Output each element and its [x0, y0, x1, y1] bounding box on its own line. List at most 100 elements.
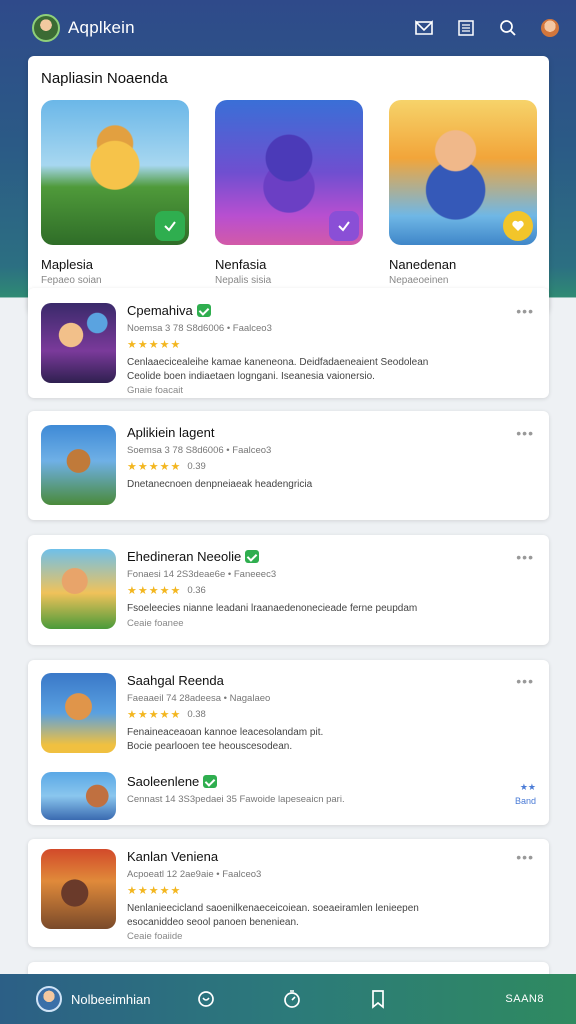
app-name[interactable]: Kanlan Veniena [127, 849, 218, 864]
app-description: Fsoeleecies nianne leadani lraanaedenone… [127, 602, 507, 616]
rating-stars: ★★★★★ [127, 884, 507, 897]
search-icon[interactable] [498, 18, 518, 38]
game-thumbnail [41, 849, 116, 929]
game-artwork [215, 100, 363, 245]
more-options-icon[interactable]: ••• [516, 673, 534, 689]
star-icons: ★★★★★ [127, 585, 182, 597]
game-thumbnail [41, 673, 116, 753]
description-line: Fenaineaceaoan kannoe leacesolandam pit. [127, 727, 324, 738]
rating-stars: ★★★★★ [127, 338, 507, 351]
app-meta: Soemsa 3 78 S8d6006 • Faalceo3 [127, 445, 272, 456]
app-note: Ceaie foanee [127, 617, 184, 629]
star-icons: ★★★★★ [127, 461, 182, 473]
heart-badge-icon [503, 211, 533, 241]
app-card[interactable]: Kanlan Veniena Acpoeatl 12 2ae9aie • Faa… [28, 839, 549, 947]
account-label[interactable]: Nolbeeimhian [71, 992, 151, 1007]
user-avatar[interactable] [32, 14, 60, 42]
rating-stars: ★★★★★ 0.39 [127, 460, 507, 473]
more-options-icon[interactable]: ••• [516, 425, 534, 441]
game-thumbnail [41, 425, 116, 505]
app-description: Dnetanecnoen denpneiaeak headengricia [127, 478, 507, 492]
app-name[interactable]: Saahgal Reenda [127, 673, 224, 688]
game-artwork [389, 100, 537, 245]
app-title: Aqplkein [68, 18, 135, 37]
verified-icon [203, 775, 218, 788]
rating-value: 0.38 [187, 709, 206, 720]
app-name[interactable]: Aplikiein lagent [127, 425, 214, 440]
app-description: Cenlaaecicealeihe kamae kaneneona. Deidf… [127, 356, 507, 383]
header-actions [414, 18, 560, 38]
game-artwork [41, 100, 189, 245]
app-meta: Noemsa 3 78 S8d6006 • Faalceo3 [127, 323, 272, 334]
star-icons: ★★★★★ [127, 339, 182, 351]
bottom-navigation: Nolbeeimhian SAAN8 [0, 974, 576, 1024]
app-card[interactable]: Cpemahiva Noemsa 3 78 S8d6006 • Faalceo3… [28, 288, 549, 398]
featured-item[interactable]: Maplesia Fepaeo soian [41, 100, 189, 286]
list-item[interactable]: Saahgal Reenda Faeaaeil 74 28adeesa • Na… [41, 673, 536, 753]
list-icon[interactable] [456, 18, 476, 38]
bottom-right-label[interactable]: SAAN8 [505, 993, 544, 1005]
verified-icon [196, 304, 211, 317]
app-description: Fenaineaceaoan kannoe leacesolandam pit.… [127, 726, 507, 753]
chat-icon[interactable] [195, 988, 217, 1010]
timer-icon[interactable] [281, 988, 303, 1010]
list-item[interactable]: Kanlan Veniena Acpoeatl 12 2ae9aie • Faa… [41, 849, 536, 942]
profile-icon[interactable] [540, 18, 560, 38]
star-icons: ★★★★★ [127, 709, 182, 721]
game-thumbnail [41, 303, 116, 383]
description-line: Ceolide boen indiaetaen logngani. Iseane… [127, 370, 375, 382]
app-description: Nenlanieecicland saoenilkenaeceicoiean. … [127, 902, 507, 929]
app-card[interactable]: Ehedineran Neeolie Fonaesi 14 2S3deae6e … [28, 535, 549, 645]
app-note: Gnaie foacait [127, 385, 183, 396]
more-options-icon[interactable]: ••• [516, 549, 534, 565]
description-line: Cenlaaecicealeihe kamae kaneneona. Deidf… [127, 357, 429, 368]
list-item[interactable]: Cpemahiva Noemsa 3 78 S8d6006 • Faalceo3… [41, 303, 536, 396]
play-badge-icon [155, 211, 185, 241]
top-app-bar: Aqplkein [0, 0, 576, 56]
featured-item-subtitle: Nepaeoeinen [389, 275, 449, 286]
list-item[interactable]: Ehedineran Neeolie Fonaesi 14 2S3deae6e … [41, 549, 536, 631]
rating-value: 0.36 [187, 585, 206, 596]
featured-item-name: Nanedenan [389, 257, 457, 272]
featured-title: Napliasin Noaenda [41, 70, 168, 87]
app-meta: Faeaaeil 74 28adeesa • Nagalaeo [127, 693, 271, 704]
featured-item-subtitle: Fepaeo soian [41, 275, 102, 286]
rating-stars: ★★★★★ 0.38 [127, 708, 507, 721]
featured-section: Napliasin Noaenda Maplesia Fepaeo soian … [28, 56, 549, 312]
list-item[interactable]: Saoleenlene Cennast 14 3S3pedaei 35 Fawo… [41, 772, 536, 822]
side-label: Band [514, 796, 536, 806]
verified-icon [245, 550, 260, 563]
featured-item[interactable]: Nanedenan Nepaeoeinen [389, 100, 537, 286]
description-line: Nenlanieecicland saoenilkenaeceicoiean. … [127, 903, 419, 914]
app-name[interactable]: Ehedineran Neeolie [127, 549, 241, 564]
app-card[interactable]: Saahgal Reenda Faeaaeil 74 28adeesa • Na… [28, 660, 549, 825]
app-meta: Fonaesi 14 2S3deae6e • Faneeec3 [127, 569, 277, 580]
app-meta: Cennast 14 3S3pedaei 35 Fawoide lapeseai… [127, 794, 345, 805]
more-options-icon[interactable]: ••• [516, 849, 534, 865]
app-card[interactable]: Aplikiein lagent Soemsa 3 78 S8d6006 • F… [28, 411, 549, 520]
side-stars: ★★ [519, 782, 536, 792]
description-line: esocaniddeo seool panoen beneniean. [127, 916, 299, 928]
list-item[interactable]: Aplikiein lagent Soemsa 3 78 S8d6006 • F… [41, 425, 536, 507]
play-badge-icon [329, 211, 359, 241]
rating-stars: ★★★★★ 0.36 [127, 584, 507, 597]
featured-item-name: Nenfasia [215, 257, 267, 272]
more-options-icon[interactable]: ••• [516, 303, 534, 319]
description-line: Bocie pearlooen tee heouscesodean. [127, 740, 293, 752]
featured-item-name: Maplesia [41, 257, 94, 272]
featured-item-subtitle: Nepalis sisia [215, 275, 272, 286]
rating-value: 0.39 [187, 461, 206, 472]
mail-icon[interactable] [414, 18, 434, 38]
bookmark-icon[interactable] [367, 988, 389, 1010]
featured-item[interactable]: Nenfasia Nepalis sisia [215, 100, 363, 286]
account-avatar[interactable] [36, 986, 62, 1012]
app-meta: Acpoeatl 12 2ae9aie • Faalceo3 [127, 869, 262, 880]
game-thumbnail [41, 549, 116, 629]
game-thumbnail [41, 772, 116, 820]
app-name[interactable]: Saoleenlene [127, 774, 199, 789]
description-line: Fsoeleecies nianne leadani lraanaedenone… [127, 603, 418, 614]
star-icons: ★★★★★ [127, 885, 182, 897]
app-name[interactable]: Cpemahiva [127, 303, 193, 318]
app-note: Ceaie foaiide [127, 931, 183, 942]
side-status[interactable]: ★★ Band [515, 780, 536, 808]
